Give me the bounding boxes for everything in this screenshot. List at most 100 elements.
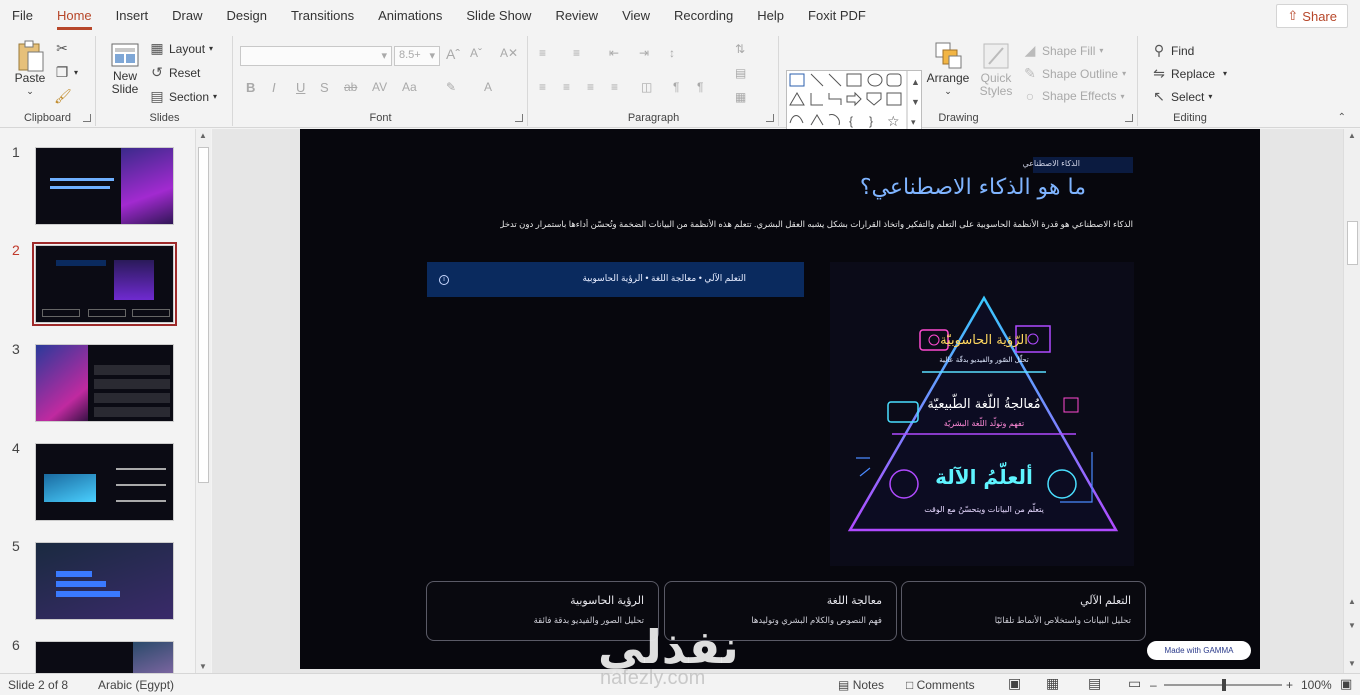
smartart-icon[interactable]: ▦ [735,90,746,104]
tab-review[interactable]: Review [543,0,610,32]
font-size-combo[interactable]: 8.5+ ▾ [394,46,440,66]
rtl-icon[interactable]: ¶ [673,80,679,94]
layout-button[interactable]: ▦ Layout ▾ [149,40,213,57]
reset-button[interactable]: ↺ Reset [149,64,200,81]
language-indicator[interactable]: Arabic (Egypt) [98,678,174,692]
tab-recording[interactable]: Recording [662,0,745,32]
align-right-icon[interactable]: ≡ [587,80,594,94]
scroll-down-icon[interactable]: ▼ [199,662,207,671]
numbering-icon[interactable]: ≡ [573,46,580,60]
slide-thumbnail-4[interactable] [35,443,174,521]
scrollbar-thumb[interactable] [198,147,209,483]
bold-button[interactable]: B [246,80,255,95]
slide-description[interactable]: الذكاء الاصطناعي هو قدرة الأنظمة الحاسوب… [500,219,1133,230]
tab-insert[interactable]: Insert [104,0,161,32]
shadow-button[interactable]: S [320,80,329,95]
made-with-gamma-badge[interactable]: Made with GAMMA [1147,641,1251,660]
tab-foxit-pdf[interactable]: Foxit PDF [796,0,878,32]
ai-pyramid-image[interactable]: الرّؤية الحاسوبيّة تحلّل الصّور والفيديو… [830,262,1134,566]
clear-formatting-icon[interactable]: A✕ [500,46,518,60]
slide-show-icon[interactable]: ▭ [1128,675,1141,692]
notes-button[interactable]: ▤ Notes [838,678,884,692]
shape-effects-button[interactable]: ○ Shape Effects ▾ [1022,88,1125,104]
zoom-slider-handle[interactable] [1222,679,1226,691]
slide-sorter-icon[interactable]: ▦ [1046,675,1059,692]
paragraph-launcher-icon[interactable] [766,114,774,122]
tab-help[interactable]: Help [745,0,796,32]
quick-styles-button[interactable]: Quick Styles [974,40,1018,98]
increase-font-size-button[interactable]: Aˆ [446,46,460,62]
editor-scrollbar[interactable]: ▲ ▲ ▼ ▼ [1343,129,1360,673]
tab-draw[interactable]: Draw [160,0,214,32]
scroll-up-icon[interactable]: ▲ [199,131,207,140]
slide-thumbnail-6[interactable] [35,641,174,673]
scroll-up-page-icon[interactable]: ▲ [1348,597,1356,606]
change-case-button[interactable]: Aa [402,80,417,94]
slide-thumbnail-5[interactable] [35,542,174,620]
slide-canvas[interactable]: الذكاء الاصطناعي ما هو الذكاء الاصطناعي؟… [300,129,1260,669]
shapes-gallery[interactable]: { } ☆ ▲ ▼ ▾ [786,70,922,133]
replace-button[interactable]: ⇋ Replace ▾ [1151,65,1227,82]
tab-transitions[interactable]: Transitions [279,0,366,32]
bullets-icon[interactable]: ≡ [539,46,546,60]
decrease-font-size-button[interactable]: Aˇ [470,46,482,60]
tab-slide-show[interactable]: Slide Show [454,0,543,32]
tab-design[interactable]: Design [215,0,279,32]
reading-view-icon[interactable]: ▤ [1088,675,1101,692]
slide-thumbnail-1[interactable] [35,147,174,225]
select-button[interactable]: ↖ Select ▾ [1151,88,1212,105]
slide-thumbnail-3[interactable] [35,344,174,422]
thumbnail-scrollbar[interactable]: ▲ ▼ [195,129,211,673]
shape-fill-button[interactable]: ◢ Shape Fill ▾ [1022,42,1104,59]
topics-bar[interactable]: i التعلم الآلي • معالجة اللغة • الرؤية ا… [427,262,804,297]
drawing-launcher-icon[interactable] [1125,114,1133,122]
strikethrough-button[interactable]: ab [344,80,357,94]
format-painter-button[interactable]: 🖌 [54,88,72,105]
underline-button[interactable]: U [296,80,305,95]
tab-view[interactable]: View [610,0,662,32]
ltr-icon[interactable]: ¶ [697,80,703,94]
card-machine-learning[interactable]: التعلم الآلي تحليل البيانات واستخلاص الأ… [901,581,1146,641]
zoom-out-button[interactable]: – [1150,678,1157,692]
highlight-icon[interactable]: ✎ [446,80,456,94]
copy-button[interactable]: ❐ ▾ [54,64,78,81]
align-center-icon[interactable]: ≡ [563,80,570,94]
decrease-indent-icon[interactable]: ⇤ [609,46,619,60]
increase-indent-icon[interactable]: ⇥ [639,46,649,60]
tab-file[interactable]: File [0,0,45,32]
font-color-icon[interactable]: A [484,80,492,94]
zoom-in-button[interactable]: + [1286,678,1293,692]
slide-thumbnail-2[interactable] [32,242,177,326]
arrange-button[interactable]: Arrange ⌄ [926,40,970,98]
zoom-level[interactable]: 100% [1301,678,1332,692]
slide-title[interactable]: ما هو الذكاء الاصطناعي؟ [780,175,1086,200]
normal-view-icon[interactable]: ▣ [1008,675,1021,692]
justify-icon[interactable]: ≡ [611,80,618,94]
font-launcher-icon[interactable] [515,114,523,122]
fit-to-window-icon[interactable]: ▣ [1340,676,1352,692]
cut-button[interactable]: ✂ [54,40,70,57]
tab-animations[interactable]: Animations [366,0,454,32]
scroll-down-icon[interactable]: ▼ [1348,659,1356,668]
tab-home[interactable]: Home [45,0,104,32]
new-slide-button[interactable]: New Slide [105,40,145,96]
columns-icon[interactable]: ◫ [641,80,652,94]
align-left-icon[interactable]: ≡ [539,80,546,94]
line-spacing-icon[interactable]: ↕ [669,46,675,60]
share-button[interactable]: ⇧ Share [1276,4,1348,28]
find-button[interactable]: ⚲ Find [1151,42,1194,59]
clipboard-launcher-icon[interactable] [83,114,91,122]
collapse-ribbon-icon[interactable]: ⌃ [1338,112,1346,123]
scrollbar-thumb[interactable] [1347,221,1358,265]
paste-button[interactable]: Paste ⌄ [10,38,50,98]
scroll-up-icon[interactable]: ▲ [1348,131,1356,140]
font-name-combo[interactable]: ▾ [240,46,392,66]
character-spacing-button[interactable]: AV [372,80,387,94]
text-direction-icon[interactable]: ⇅ [735,42,745,56]
italic-button[interactable]: I [272,80,276,95]
scroll-down-page-icon[interactable]: ▼ [1348,621,1356,630]
section-button[interactable]: ▤ Section ▾ [149,88,217,105]
shape-outline-button[interactable]: ✎ Shape Outline ▾ [1022,65,1126,82]
comments-button[interactable]: □ Comments [906,678,975,692]
align-text-icon[interactable]: ▤ [735,66,746,80]
